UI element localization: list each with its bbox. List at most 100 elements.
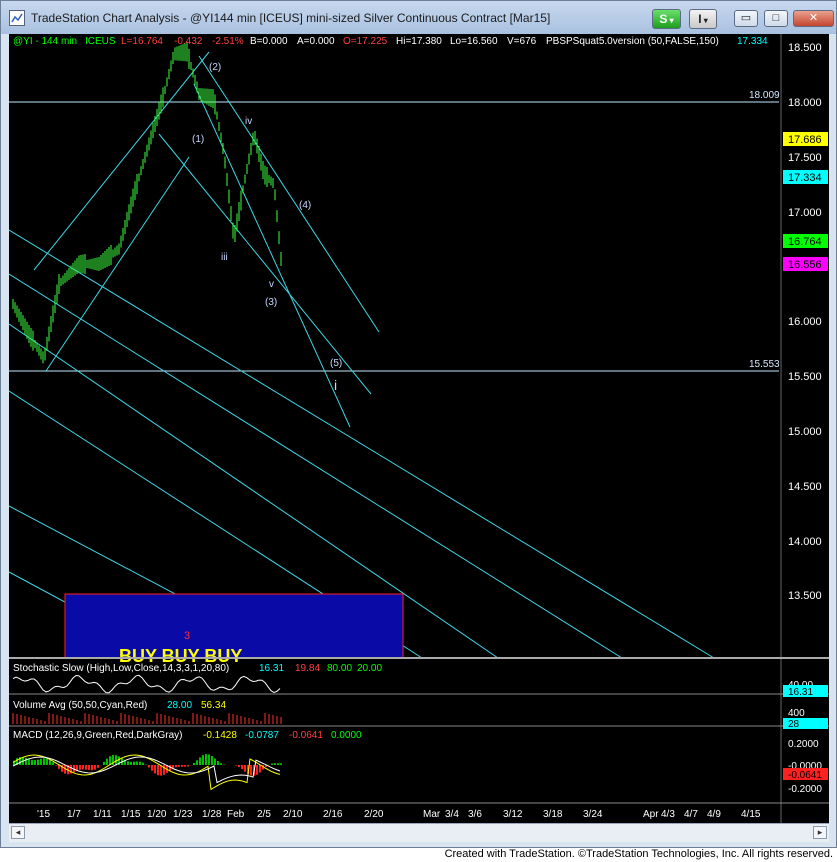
price-tick: 16.000 [788,316,822,328]
wave-label: (4) [299,200,311,211]
time-tick: 4/3 [661,809,675,820]
chart-header: @YI - 144 min ICEUS L=16.764 -0.432 -2.5… [13,36,768,47]
time-tick: 3/4 [445,809,459,820]
volume-axis-marker: 28 [788,719,800,730]
macd-hist-bar [52,762,54,765]
time-tick: 2/10 [283,809,303,820]
macd-hist-bar [25,757,27,765]
macd-hist-bar [151,765,153,771]
macd-hist-bar [187,765,189,767]
time-tick: 3/12 [503,809,523,820]
macd-hist-bar [148,765,150,768]
macd-hist-bar [220,763,222,765]
time-tick: 1/28 [202,809,222,820]
macd-hist-bar [157,765,159,776]
macd-hist-bar [127,761,129,765]
low-price: Lo=16.560 [450,36,498,47]
stochastic-axis-marker: 16.31 [788,687,813,698]
volume-label: V=676 [507,36,537,47]
macd-value-4: 0.0000 [331,730,362,741]
macd-hist-bar [103,761,105,765]
chart-area[interactable]: (2) (1) iv iii (4) v (3) (5) i 18.009 15… [9,34,829,823]
trend-channels [9,51,715,659]
minimize-button[interactable]: ▭ [734,10,758,27]
copyright-text: Created with TradeStation. ©TradeStation… [444,848,833,860]
time-tick: 3/6 [468,809,482,820]
maximize-button[interactable]: □ [764,10,788,27]
buy-zone-marker: 3 [184,630,190,642]
macd-hist-bar [244,765,246,772]
macd-hist-bar [196,760,198,765]
macd-hist-bar [235,765,237,766]
macd-hist-bar [274,763,276,765]
bid-price: B=0.000 [250,36,288,47]
scroll-right-arrow[interactable]: ▸ [813,826,827,839]
macd-hist-bar [223,764,225,765]
level-label-18009: 18.009 [749,90,780,101]
macd-hist-bar [208,754,210,765]
macd-hist-bar [43,758,45,765]
indicator-button[interactable]: I ▾ [689,9,717,29]
macd-hist-bar [79,765,81,770]
chart-app-icon [9,10,25,26]
time-tick: 1/11 [93,809,112,820]
macd-hist-bar [91,765,93,771]
channel-line [45,156,190,372]
macd-hist-bar [184,765,186,767]
symbol-label: @YI - 144 min [13,36,77,47]
stochastic-line [12,674,281,694]
macd-hist-bar [34,760,36,765]
macd-hist-bar [163,765,165,775]
level-label-15553: 15.553 [749,359,780,370]
strategy-button[interactable]: S ▾ [652,9,681,29]
macd-axis-marker: -0.0641 [788,770,822,781]
time-tick: Feb [227,809,245,820]
wave-label: iv [245,116,252,127]
price-tick: 17.500 [788,152,822,164]
macd-hist-bar [211,756,213,765]
volume-bars [12,713,282,724]
stochastic-pane: Stochastic Slow (High,Low,Close,14,3,3,1… [12,663,828,698]
time-tick: Mar [423,809,441,820]
time-tick: 3/24 [583,809,603,820]
macd-hist-bar [271,763,273,765]
channel-line [198,55,380,333]
macd-hist-bar [115,755,117,765]
macd-hist-bar [82,765,84,770]
scroll-left-arrow[interactable]: ◂ [11,826,25,839]
macd-hist-bar [40,758,42,765]
macd-hist-bar [250,765,252,776]
time-tick: 4/15 [741,809,761,820]
volume-axis-tick: 400 [788,708,805,719]
macd-hist-bar [202,755,204,765]
close-button[interactable]: ✕ [793,10,834,27]
wave-label: (1) [192,134,204,145]
price-tick: 18.500 [788,42,822,54]
wave-label: iii [221,252,228,263]
footer: Created with TradeStation. ©TradeStation… [0,848,837,862]
macd-hist-bar [133,761,135,765]
time-tick: 2/5 [257,809,271,820]
time-tick: 1/7 [67,809,81,820]
macd-hist-bar [238,765,240,767]
macd-hist-bar [130,761,132,765]
stochastic-title: Stochastic Slow (High,Low,Close,14,3,3,1… [13,663,229,674]
macd-hist-bar [214,758,216,765]
macd-hist-bar [241,765,243,770]
time-tick: 4/7 [684,809,698,820]
open-price: O=17.225 [343,36,388,47]
macd-hist-bar [142,762,144,765]
macd-hist-bar [97,765,99,768]
wave-label: v [269,279,274,290]
macd-hist-bar [139,761,141,765]
macd-hist-bar [205,754,207,765]
ask-price: A=0.000 [297,36,335,47]
price-tick: 13.500 [788,590,822,602]
macd-hist-bar [178,765,180,767]
horizontal-scrollbar[interactable]: ◂ ▸ [9,823,829,842]
macd-axis-tick: -0.2000 [788,784,822,795]
macd-hist-bar [175,765,177,768]
macd-hist-bar [31,759,33,765]
price-change: -0.432 [174,36,203,47]
macd-hist-bar [199,757,201,765]
